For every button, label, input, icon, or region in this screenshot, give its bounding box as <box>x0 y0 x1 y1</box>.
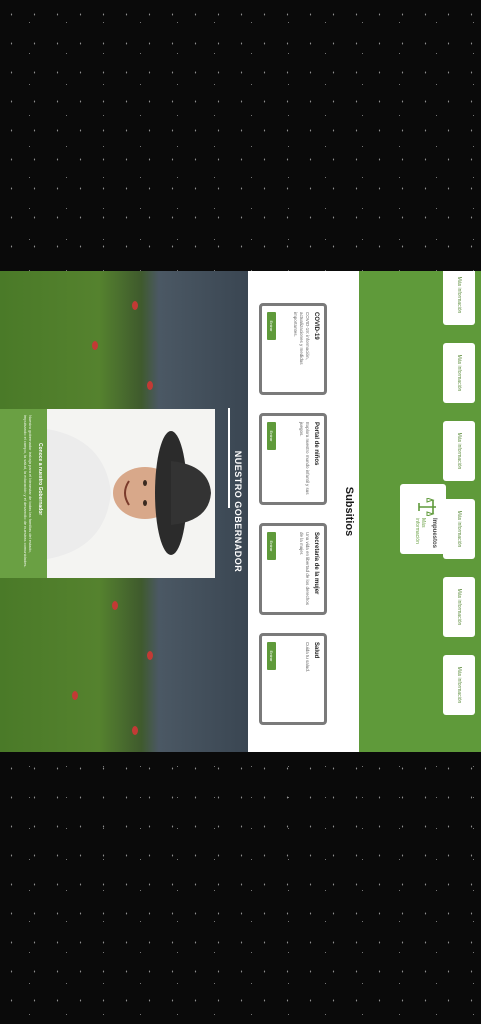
quick-link-label: Más información <box>456 666 462 704</box>
flower-decoration <box>132 726 138 735</box>
quick-link-card[interactable]: Más información <box>443 343 475 403</box>
flower-decoration <box>72 691 78 700</box>
flower-decoration <box>92 341 98 350</box>
governor-name-link[interactable]: Conoce a nuestro Gobernador <box>37 443 43 515</box>
subsite-card-women[interactable]: Secretaría de la mujer Una vida en liber… <box>259 523 327 615</box>
subsite-description: COVID-19: información, actualizaciones y… <box>293 312 310 365</box>
quick-link-card[interactable]: Más información <box>443 577 475 637</box>
heading-underline <box>228 408 230 508</box>
scale-icon <box>418 498 436 516</box>
subsite-description: Explora nuestro mundo infantil y sus jue… <box>299 422 310 495</box>
taxes-card[interactable]: Impuestos Más información <box>400 484 446 554</box>
quick-link-card[interactable]: Más información <box>443 421 475 481</box>
subsite-title: Portal de niños <box>313 422 319 466</box>
subsites-section: Subsitios COVID-19 COVID-19: información… <box>248 271 359 752</box>
subsite-title: COVID-19 <box>313 312 319 340</box>
subsite-card-health[interactable]: Salud Cuida tu salud. Entrar <box>259 633 327 725</box>
subsite-description: Una vida en libertad de los derechos de … <box>299 532 310 606</box>
governor-bio-card: Conoce a nuestro Gobernador Nuestro gobe… <box>0 409 47 578</box>
subsite-title: Salud <box>313 642 319 659</box>
flower-decoration <box>132 301 138 310</box>
subsite-enter-button[interactable]: Entrar <box>267 422 276 450</box>
subsite-enter-button[interactable]: Entrar <box>267 312 276 340</box>
subsite-description: Cuida tu salud. <box>305 642 310 673</box>
governor-photo <box>47 409 215 578</box>
subsite-title: Secretaría de la mujer <box>313 532 319 595</box>
governor-section: NUESTRO GOBERNADOR Conoce a nuestro Gobe… <box>0 271 248 752</box>
subsite-enter-button[interactable]: Entrar <box>267 532 276 560</box>
quick-link-card[interactable]: Más información <box>443 271 475 325</box>
quick-link-label: Más información <box>456 432 462 470</box>
quick-link-label: Más información <box>456 276 462 314</box>
subsite-card-kids[interactable]: Portal de niños Explora nuestro mundo in… <box>259 413 327 505</box>
quick-link-card[interactable]: Más información <box>443 499 475 559</box>
taxes-link[interactable]: Más información <box>414 518 426 554</box>
quick-link-card[interactable]: Más información <box>443 655 475 715</box>
subsite-enter-button[interactable]: Entrar <box>267 642 276 670</box>
quick-link-label: Más información <box>456 354 462 392</box>
quick-link-label: Más información <box>456 588 462 626</box>
subsite-card-covid[interactable]: COVID-19 COVID-19: información, actualiz… <box>259 303 327 395</box>
website-page: Más información Más información Más info… <box>0 271 481 752</box>
governor-bio-text: Nuestro gobernador trabaja para el biene… <box>22 415 33 568</box>
rotated-screenshot: Más información Más información Más info… <box>0 271 481 752</box>
flower-decoration <box>147 381 153 390</box>
flower-decoration <box>112 601 118 610</box>
governor-heading: NUESTRO GOBERNADOR <box>233 450 243 573</box>
flower-decoration <box>147 651 153 660</box>
subsites-heading: Subsitios <box>343 486 355 537</box>
taxes-title: Impuestos <box>431 518 437 549</box>
quick-links-band: Más información Más información Más info… <box>359 271 481 752</box>
quick-link-label: Más información <box>456 510 462 548</box>
